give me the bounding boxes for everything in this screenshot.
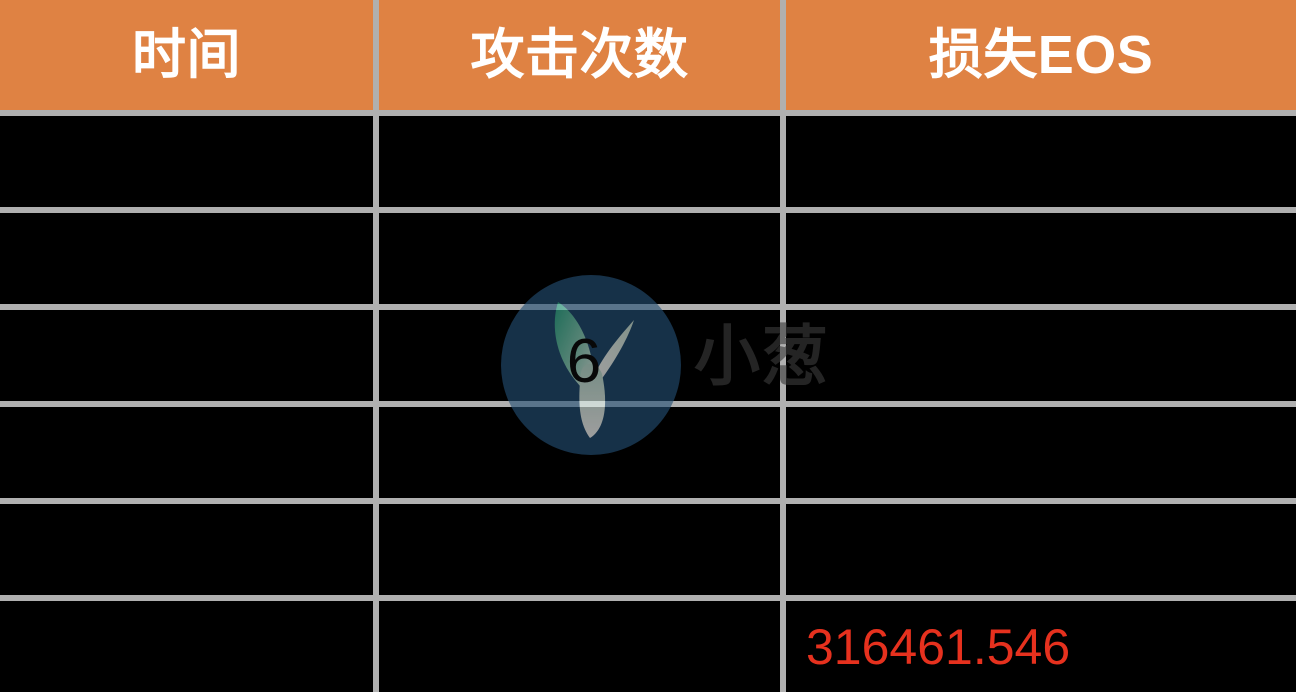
cell-loss-eos <box>780 498 1296 601</box>
cell-attack-count <box>373 401 786 504</box>
cell-attack-count <box>373 498 786 601</box>
column-header-attack-count: 攻击次数 <box>373 0 786 116</box>
table-header-row: 时间 攻击次数 损失EOS <box>0 0 1296 116</box>
column-header-loss-eos: 损失EOS <box>780 0 1296 116</box>
cell-attack-count <box>373 110 786 213</box>
cell-time <box>0 304 379 407</box>
table-row <box>0 304 1296 407</box>
screenshot-root: 时间 攻击次数 损失EOS 316461.546 6 小葱 <box>0 0 1296 692</box>
cell-attack-count <box>373 207 786 310</box>
table-header: 时间 攻击次数 损失EOS <box>0 0 1296 116</box>
attack-loss-table: 时间 攻击次数 损失EOS 316461.546 <box>0 0 1296 692</box>
table-body: 316461.546 <box>0 110 1296 692</box>
cell-time <box>0 207 379 310</box>
cell-time <box>0 498 379 601</box>
cell-attack-count <box>373 304 786 407</box>
cell-loss-eos-highlighted: 316461.546 <box>780 595 1296 692</box>
column-header-time: 时间 <box>0 0 379 116</box>
cell-time <box>0 110 379 213</box>
table-row <box>0 110 1296 213</box>
table-row <box>0 207 1296 310</box>
table-row <box>0 401 1296 504</box>
cell-time <box>0 595 379 692</box>
table-row <box>0 498 1296 601</box>
table-row: 316461.546 <box>0 595 1296 692</box>
cell-loss-eos <box>780 401 1296 504</box>
cell-loss-eos <box>780 207 1296 310</box>
cell-loss-eos <box>780 110 1296 213</box>
cell-attack-count <box>373 595 786 692</box>
cell-loss-eos <box>780 304 1296 407</box>
cell-time <box>0 401 379 504</box>
